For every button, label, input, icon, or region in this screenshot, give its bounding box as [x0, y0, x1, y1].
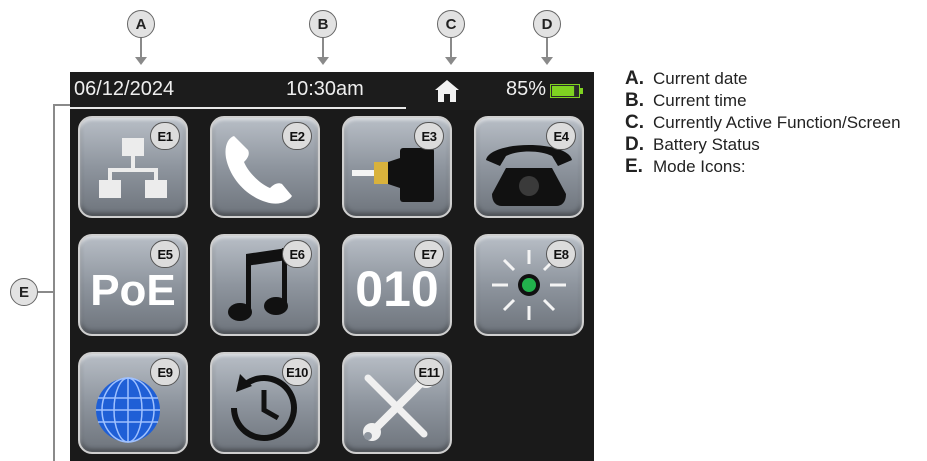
- status-bar: 06/12/2024 10:30am 85%: [70, 72, 594, 110]
- legend-letter: E.: [625, 156, 643, 177]
- battery-percent: 85%: [506, 78, 547, 100]
- tile-badge-e10: E10: [282, 358, 312, 386]
- binary-icon: 010: [355, 261, 439, 317]
- tile-badge-e9: E9: [150, 358, 180, 386]
- legend-text: Mode Icons:: [653, 157, 746, 176]
- mode-tile-globe[interactable]: E9: [78, 352, 188, 454]
- legend-item-date: A. Current date: [625, 68, 901, 90]
- mode-tile-music[interactable]: E6: [210, 234, 320, 336]
- poe-icon: PoE: [90, 266, 176, 315]
- tile-badge-e6: E6: [282, 240, 312, 268]
- legend-text: Current date: [653, 69, 748, 88]
- mode-tile-history[interactable]: E10: [210, 352, 320, 454]
- legend-letter: D.: [625, 134, 644, 155]
- mode-tile-binary[interactable]: 010 E7: [342, 234, 452, 336]
- legend-text: Currently Active Function/Screen: [653, 113, 901, 132]
- battery-icon: [550, 84, 584, 98]
- tile-badge-e8: E8: [546, 240, 576, 268]
- legend-text: Current time: [653, 91, 747, 110]
- callout-d-arrow: [546, 38, 548, 58]
- legend: A. Current date B. Current time C. Curre…: [625, 68, 901, 178]
- mode-icons-bracket: [53, 104, 55, 461]
- tile-badge-e3: E3: [414, 122, 444, 150]
- current-date: 06/12/2024: [74, 78, 175, 100]
- home-icon[interactable]: [433, 78, 461, 104]
- tile-badge-e5: E5: [150, 240, 180, 268]
- legend-letter: B.: [625, 90, 644, 111]
- callout-a: A: [127, 10, 155, 38]
- tile-badge-e11: E11: [414, 358, 444, 386]
- legend-item-battery: D. Battery Status: [625, 134, 901, 156]
- legend-item-mode-icons: E. Mode Icons:: [625, 156, 901, 178]
- callout-a-arrow: [140, 38, 142, 58]
- device-screen: 06/12/2024 10:30am 85% E1 E2 E3 E4 PoE E…: [70, 72, 594, 461]
- mode-tile-cable[interactable]: E3: [342, 116, 452, 218]
- current-time: 10:30am: [286, 78, 364, 100]
- callout-b-arrow: [322, 38, 324, 58]
- callout-e: E: [10, 278, 38, 306]
- mode-tile-poe[interactable]: PoE E5: [78, 234, 188, 336]
- mode-icons-bracket-connector: [38, 291, 54, 293]
- legend-letter: C.: [625, 112, 644, 133]
- callout-d: D: [533, 10, 561, 38]
- legend-item-time: B. Current time: [625, 90, 901, 112]
- mode-tile-network[interactable]: E1: [78, 116, 188, 218]
- callout-d-arrowhead: [541, 57, 553, 65]
- legend-item-active-function: C. Currently Active Function/Screen: [625, 112, 901, 134]
- tile-badge-e7: E7: [414, 240, 444, 268]
- tile-badge-e4: E4: [546, 122, 576, 150]
- mode-tile-telephone[interactable]: E4: [474, 116, 584, 218]
- callout-c-arrowhead: [445, 57, 457, 65]
- callout-a-arrowhead: [135, 57, 147, 65]
- callout-c-arrow: [450, 38, 452, 58]
- mode-tile-tools[interactable]: E11: [342, 352, 452, 454]
- callout-b: B: [309, 10, 337, 38]
- callout-b-arrowhead: [317, 57, 329, 65]
- callout-c: C: [437, 10, 465, 38]
- mode-tile-light[interactable]: E8: [474, 234, 584, 336]
- status-divider: [70, 107, 406, 109]
- tile-badge-e2: E2: [282, 122, 312, 150]
- mode-tile-phone[interactable]: E2: [210, 116, 320, 218]
- legend-text: Battery Status: [653, 135, 760, 154]
- tile-badge-e1: E1: [150, 122, 180, 150]
- legend-letter: A.: [625, 68, 644, 89]
